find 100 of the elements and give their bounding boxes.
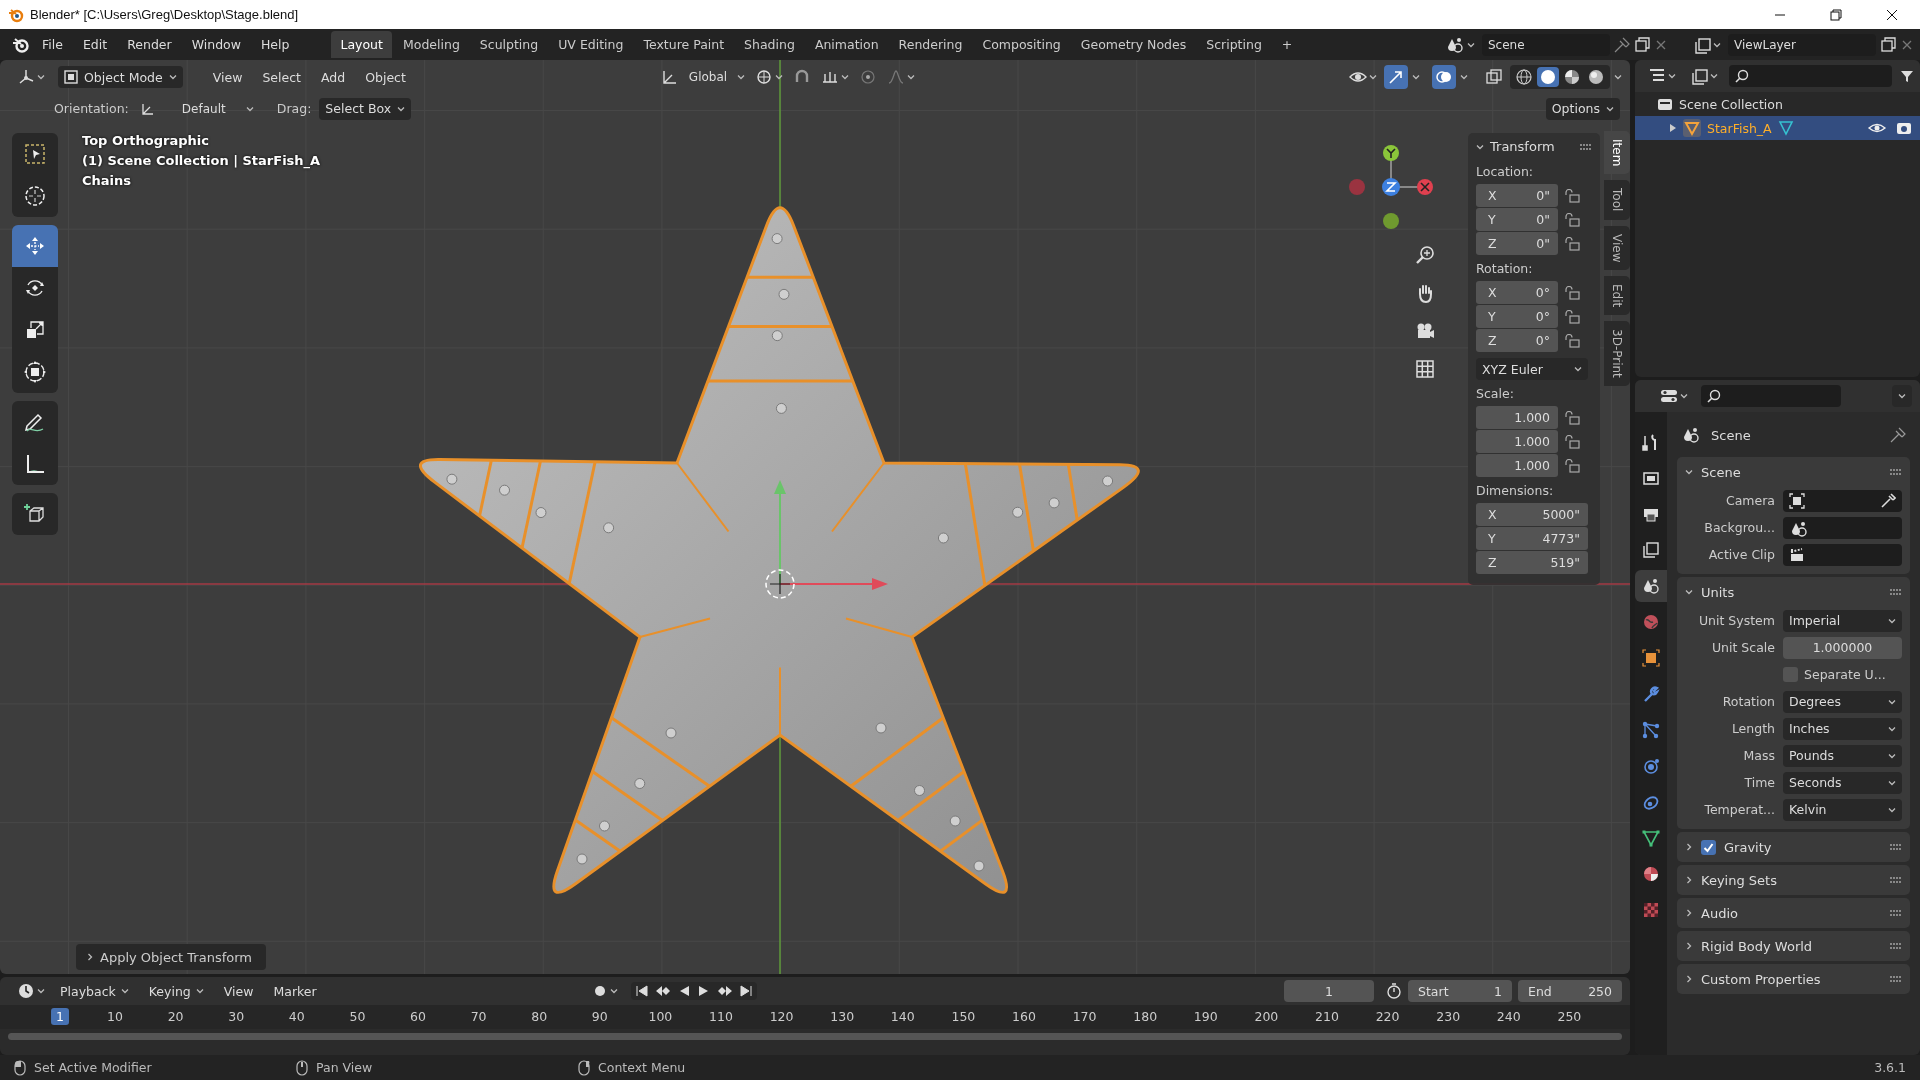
start-frame-field[interactable]: Start 1: [1408, 980, 1512, 1002]
jump-end-button[interactable]: [738, 984, 753, 998]
number-field[interactable]: Y 0": [1476, 208, 1558, 231]
checkbox[interactable]: [1783, 667, 1798, 682]
panel-title[interactable]: Audio: [1701, 905, 1738, 921]
stopwatch-icon[interactable]: [1386, 983, 1402, 999]
number-field[interactable]: Z 0": [1476, 232, 1558, 255]
pin-icon[interactable]: [1614, 36, 1630, 53]
workspace-tab[interactable]: Compositing: [973, 31, 1070, 58]
scene-field[interactable]: Scene: [1482, 33, 1610, 56]
workspace-tab[interactable]: Rendering: [889, 31, 972, 58]
menu-item[interactable]: File: [34, 34, 71, 55]
tool-button[interactable]: [12, 267, 58, 309]
new-scene-icon[interactable]: [1634, 36, 1650, 53]
sidebar-tab[interactable]: View: [1604, 225, 1630, 271]
outliner-row[interactable]: Scene Collection: [1635, 92, 1920, 116]
property-dropdown[interactable]: Kelvin: [1783, 798, 1902, 821]
menu-item[interactable]: Window: [183, 34, 249, 55]
panel-title[interactable]: Units: [1701, 584, 1735, 600]
tool-button[interactable]: [12, 401, 58, 443]
workspace-tab[interactable]: Scripting: [1197, 31, 1271, 58]
options-dropdown[interactable]: Options: [1545, 97, 1620, 120]
number-field[interactable]: 1.000: [1476, 454, 1558, 477]
tool-button[interactable]: [12, 175, 58, 217]
number-field[interactable]: X 5000": [1476, 503, 1588, 526]
chevron-icon[interactable]: [1685, 942, 1693, 950]
clip-field[interactable]: [1783, 543, 1902, 566]
tool-button[interactable]: [12, 493, 58, 535]
workspace-tab[interactable]: Layout: [331, 31, 392, 58]
chevron-icon[interactable]: [1685, 909, 1693, 917]
pin-icon[interactable]: [1890, 427, 1906, 443]
shading-button[interactable]: [1537, 67, 1559, 87]
menu-item[interactable]: Select: [254, 66, 309, 88]
chevron-icon[interactable]: [1685, 876, 1693, 884]
sidebar-tab[interactable]: 3D-Print: [1604, 321, 1630, 387]
shading-button[interactable]: [1513, 67, 1535, 87]
menu-item[interactable]: Marker: [265, 980, 325, 1002]
new-layer-icon[interactable]: [1880, 36, 1896, 53]
outliner-row[interactable]: StarFish_A: [1635, 116, 1920, 140]
filter-icon[interactable]: [1900, 69, 1914, 83]
panel-title[interactable]: Keying Sets: [1701, 872, 1777, 888]
chevron-icon[interactable]: [1685, 975, 1693, 983]
properties-tab[interactable]: [1635, 570, 1667, 602]
tool-button[interactable]: [12, 443, 58, 485]
panel-title[interactable]: Scene: [1701, 464, 1741, 480]
sidebar-tab[interactable]: Tool: [1604, 180, 1630, 220]
camera-field[interactable]: [1783, 489, 1902, 512]
chevron-icon[interactable]: [1685, 588, 1693, 596]
transform-orientation-dropdown[interactable]: Global: [657, 65, 749, 89]
property-dropdown[interactable]: Inches: [1783, 717, 1902, 740]
sidebar-tab[interactable]: Edit: [1604, 276, 1630, 316]
search-field[interactable]: [1701, 385, 1841, 407]
number-field[interactable]: X 0": [1476, 184, 1558, 207]
prev-keyframe-button[interactable]: [654, 984, 671, 998]
search-field[interactable]: [1729, 65, 1892, 87]
options-dropdown[interactable]: [1892, 385, 1912, 407]
camera-icon[interactable]: [1896, 121, 1912, 135]
rotation-mode-dropdown[interactable]: XYZ Euler: [1476, 358, 1588, 380]
number-field[interactable]: Y 4773": [1476, 527, 1588, 550]
property-dropdown[interactable]: Degrees: [1783, 690, 1902, 713]
workspace-tab[interactable]: Sculpting: [470, 31, 548, 58]
blender-logo-icon[interactable]: [12, 35, 30, 54]
menu-item[interactable]: Render: [119, 34, 180, 55]
view-layer-field[interactable]: ViewLayer: [1728, 33, 1876, 56]
property-dropdown[interactable]: Imperial: [1783, 609, 1902, 632]
menu-item[interactable]: Keying: [140, 980, 212, 1002]
eye-icon[interactable]: [1868, 121, 1886, 135]
checkbox[interactable]: [1701, 839, 1716, 855]
last-operator-panel[interactable]: Apply Object Transform: [76, 944, 266, 970]
number-field[interactable]: X 0°: [1476, 281, 1558, 304]
workspace-tab[interactable]: Texture Paint: [634, 31, 734, 58]
chevron-icon[interactable]: [1685, 843, 1693, 851]
current-frame-field[interactable]: 1: [1284, 980, 1374, 1002]
menu-item[interactable]: Help: [252, 34, 298, 55]
expand-arrow-icon[interactable]: [1669, 123, 1677, 133]
workspace-tab[interactable]: Modeling: [393, 31, 469, 58]
workspace-tab[interactable]: UV Editing: [549, 31, 633, 58]
number-field[interactable]: 1.000: [1476, 406, 1558, 429]
number-field[interactable]: Z 0°: [1476, 329, 1558, 352]
property-dropdown[interactable]: Seconds: [1783, 771, 1902, 794]
orientation-dropdown[interactable]: Default: [136, 97, 257, 120]
menu-item[interactable]: View: [204, 66, 251, 88]
menu-item[interactable]: View: [215, 980, 262, 1002]
number-field[interactable]: 1.000: [1476, 430, 1558, 453]
gizmo-toggle[interactable]: [1384, 65, 1408, 89]
add-workspace-button[interactable]: +: [1272, 31, 1302, 58]
panel-title[interactable]: Custom Properties: [1701, 971, 1821, 987]
tool-button[interactable]: [12, 351, 58, 393]
chevron-icon[interactable]: [1685, 468, 1693, 476]
panel-title[interactable]: Rigid Body World: [1701, 938, 1813, 954]
property-dropdown[interactable]: Pounds: [1783, 744, 1902, 767]
number-field[interactable]: 1.000000: [1783, 636, 1902, 659]
menu-item[interactable]: Edit: [74, 34, 116, 55]
menu-item[interactable]: Object: [357, 66, 414, 88]
mode-dropdown[interactable]: Object Mode: [58, 66, 183, 88]
menu-item[interactable]: Add: [313, 66, 354, 88]
eyedropper-icon[interactable]: [1880, 492, 1896, 509]
end-frame-field[interactable]: End 250: [1518, 980, 1622, 1002]
workspace-tab[interactable]: Shading: [735, 31, 804, 58]
scrollbar[interactable]: [8, 1033, 1622, 1040]
